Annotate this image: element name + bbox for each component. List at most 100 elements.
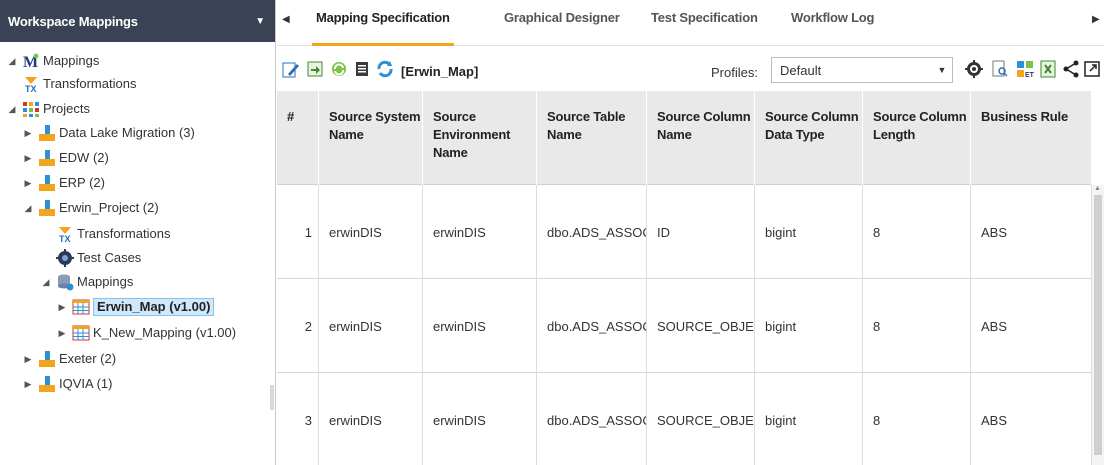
tree-node-transformations[interactable]: TX Transformations: [22, 73, 136, 95]
source-data-type-cell[interactable]: bigint: [755, 185, 863, 279]
profile-select[interactable]: Default ▼: [771, 57, 953, 83]
expand-icon[interactable]: ▶: [22, 354, 34, 365]
project-icon: [38, 174, 56, 192]
sync-icon[interactable]: [330, 60, 348, 78]
grid-header: # Source System Name Source Environment …: [277, 91, 1092, 185]
tree-node-project[interactable]: ▶ ERP (2): [22, 172, 105, 194]
business-rule-cell[interactable]: ABS: [971, 279, 1092, 373]
workspace-mappings-header[interactable]: Workspace Mappings ▼: [0, 0, 275, 42]
grid-scrollbar[interactable]: ▲: [1092, 185, 1104, 465]
collapse-icon[interactable]: ◢: [6, 104, 18, 115]
preview-document-icon[interactable]: [991, 60, 1009, 78]
excel-export-icon[interactable]: [1039, 60, 1057, 78]
tree-node-erwin-map[interactable]: ▶ Erwin_Map (v1.00): [56, 296, 215, 318]
transformations-icon: TX: [22, 75, 40, 93]
collapse-icon[interactable]: ◢: [6, 56, 18, 67]
tree-node-mappings[interactable]: ◢ M Mappings: [6, 50, 100, 72]
refresh-icon[interactable]: [376, 60, 394, 78]
column-header-source-column-name[interactable]: Source Column Name: [647, 91, 755, 185]
column-header-business-rule[interactable]: Business Rule: [971, 91, 1092, 185]
source-system-cell[interactable]: erwinDIS: [319, 279, 423, 373]
column-header-source-column-length[interactable]: Source Column Length: [863, 91, 971, 185]
collapse-icon[interactable]: ◢: [40, 277, 52, 288]
source-table-cell[interactable]: dbo.ADS_ASSOCI/: [537, 373, 647, 465]
transformations-icon: TX: [56, 225, 74, 243]
source-length-cell[interactable]: 8: [863, 373, 971, 465]
column-header-source-system-name[interactable]: Source System Name: [319, 91, 423, 185]
tab-test-specification[interactable]: Test Specification: [651, 10, 758, 38]
chevron-down-icon[interactable]: ▼: [255, 16, 265, 27]
source-environment-cell[interactable]: erwinDIS: [423, 279, 537, 373]
tree-node-k-new-mapping[interactable]: ▶ K_New_Mapping (v1.00): [56, 322, 236, 344]
expand-icon[interactable]: ▶: [22, 178, 34, 189]
source-environment-cell[interactable]: erwinDIS: [423, 185, 537, 279]
expand-icon[interactable]: ▶: [56, 302, 68, 313]
tree-node-projects[interactable]: ◢ Projects: [6, 98, 90, 120]
source-data-type-cell[interactable]: bigint: [755, 373, 863, 465]
source-table-cell[interactable]: dbo.ADS_ASSOCI/: [537, 185, 647, 279]
tab-mapping-specification[interactable]: Mapping Specification: [312, 10, 454, 46]
tab-workflow-log[interactable]: Workflow Log: [791, 10, 874, 38]
settings-gear-icon[interactable]: [965, 60, 983, 78]
tree-node-test-cases[interactable]: Test Cases: [56, 247, 141, 269]
tree-node-transformations[interactable]: TX Transformations: [56, 223, 170, 245]
source-data-type-cell[interactable]: bigint: [755, 279, 863, 373]
tree-scrollbar[interactable]: [270, 385, 274, 410]
project-icon: [38, 375, 56, 393]
open-external-icon[interactable]: [1083, 60, 1101, 78]
scroll-up-icon[interactable]: ▲: [1094, 185, 1101, 192]
tab-scroll-right-icon[interactable]: ▶: [1092, 14, 1100, 25]
business-rule-cell[interactable]: ABS: [971, 185, 1092, 279]
source-length-cell[interactable]: 8: [863, 185, 971, 279]
source-column-cell[interactable]: ID: [647, 185, 755, 279]
svg-text:TX: TX: [59, 234, 71, 243]
tree-node-mappings-folder[interactable]: ◢ Mappings: [40, 271, 133, 293]
chevron-down-icon[interactable]: ▼: [932, 58, 952, 82]
source-length-cell[interactable]: 8: [863, 279, 971, 373]
project-icon: [38, 199, 56, 217]
tree-node-label: Erwin_Project (2): [59, 200, 159, 215]
tree-node-label: Exeter (2): [59, 351, 117, 366]
column-header-number[interactable]: #: [277, 91, 319, 185]
column-header-source-environment-name[interactable]: Source Environment Name: [423, 91, 537, 185]
etl-icon[interactable]: ETL: [1016, 60, 1034, 78]
tab-scroll-left-icon[interactable]: ◀: [282, 14, 290, 25]
project-icon: [38, 350, 56, 368]
grid-scrollbar-thumb[interactable]: [1094, 195, 1102, 455]
edit-icon[interactable]: [282, 60, 300, 78]
expand-icon[interactable]: ▶: [22, 153, 34, 164]
mappings-folder-icon: [56, 273, 74, 291]
share-icon[interactable]: [1062, 60, 1080, 78]
tree-node-project[interactable]: ▶ Data Lake Migration (3): [22, 122, 195, 144]
source-system-cell[interactable]: erwinDIS: [319, 185, 423, 279]
tab-graphical-designer[interactable]: Graphical Designer: [504, 10, 620, 38]
tree-node-label: Mappings: [43, 53, 100, 68]
import-icon[interactable]: [306, 60, 324, 78]
tree-node-label: Projects: [43, 101, 90, 116]
table-row[interactable]: 2 erwinDIS erwinDIS dbo.ADS_ASSOCI/ SOUR…: [277, 279, 1092, 373]
collapse-icon[interactable]: ◢: [22, 203, 34, 214]
tree-node-project[interactable]: ▶ IQVIA (1): [22, 373, 112, 395]
expand-icon[interactable]: ▶: [22, 128, 34, 139]
source-environment-cell[interactable]: erwinDIS: [423, 373, 537, 465]
mapping-workspace: ◀ Mapping Specification Graphical Design…: [277, 0, 1104, 465]
tree-node-project[interactable]: ▶ Exeter (2): [22, 348, 116, 370]
tree-node-label: Test Cases: [77, 250, 142, 265]
column-header-source-column-data-type[interactable]: Source Column Data Type: [755, 91, 863, 185]
table-row[interactable]: 1 erwinDIS erwinDIS dbo.ADS_ASSOCI/ ID b…: [277, 185, 1092, 279]
list-icon[interactable]: [353, 60, 371, 78]
tree-node-label: Transformations: [43, 76, 137, 91]
mapping-table-icon: [72, 324, 90, 342]
tree-node-label: IQVIA (1): [59, 376, 113, 391]
source-system-cell[interactable]: erwinDIS: [319, 373, 423, 465]
source-column-cell[interactable]: SOURCE_OBJECT_: [647, 279, 755, 373]
source-table-cell[interactable]: dbo.ADS_ASSOCI/: [537, 279, 647, 373]
table-row[interactable]: 3 erwinDIS erwinDIS dbo.ADS_ASSOCI/ SOUR…: [277, 373, 1092, 465]
column-header-source-table-name[interactable]: Source Table Name: [537, 91, 647, 185]
source-column-cell[interactable]: SOURCE_OBJECT_: [647, 373, 755, 465]
expand-icon[interactable]: ▶: [56, 328, 68, 339]
business-rule-cell[interactable]: ABS: [971, 373, 1092, 465]
expand-icon[interactable]: ▶: [22, 379, 34, 390]
tree-node-project[interactable]: ▶ EDW (2): [22, 147, 109, 169]
tree-node-project[interactable]: ◢ Erwin_Project (2): [22, 197, 159, 219]
